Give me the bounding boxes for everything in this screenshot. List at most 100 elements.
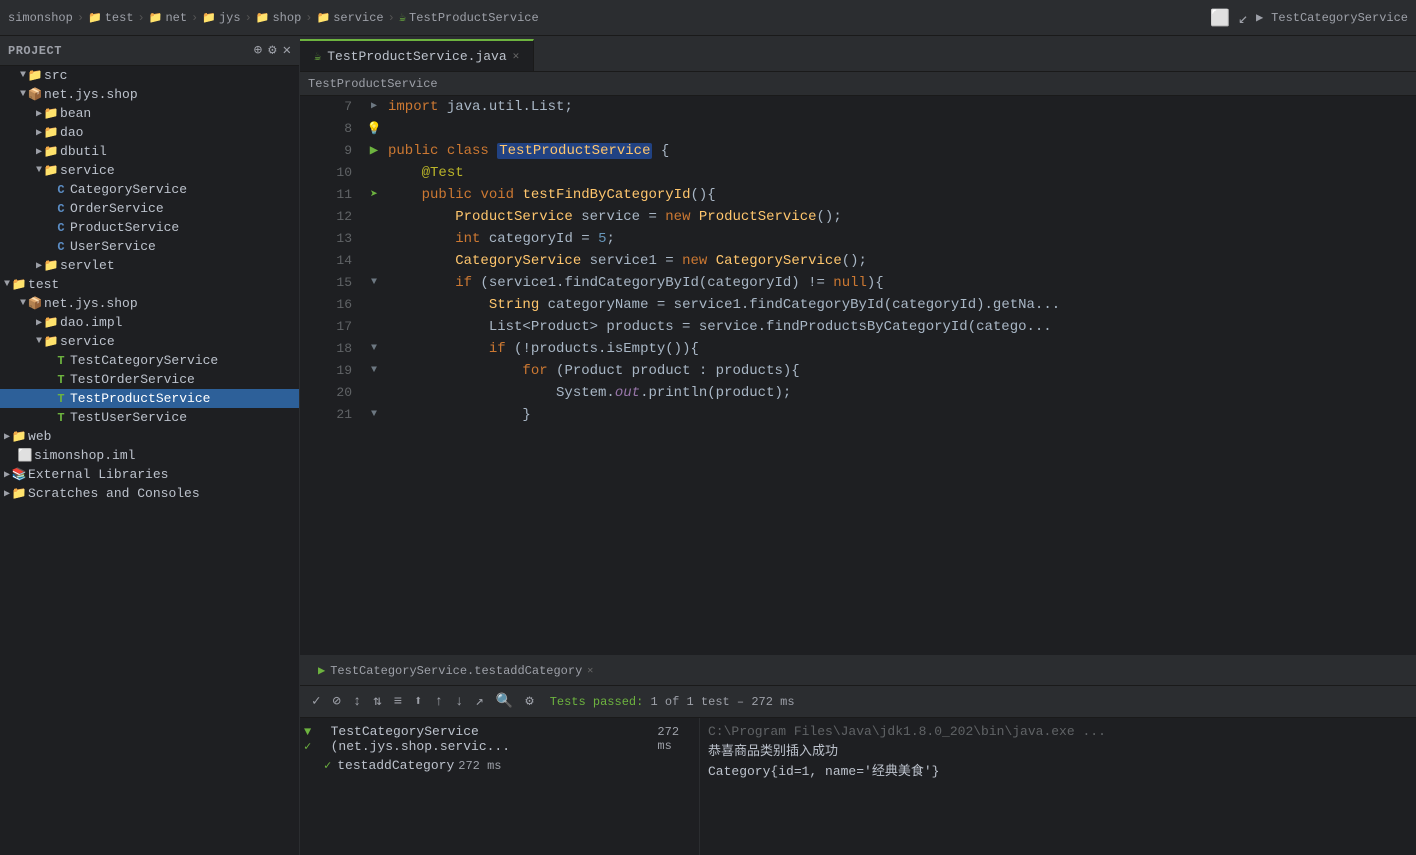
ext-libs-icon: 📚: [10, 467, 28, 482]
tab-test-product-service[interactable]: ☕ TestProductService.java ✕: [300, 39, 534, 71]
rerun-btn[interactable]: ✓: [308, 691, 324, 712]
test-root-icon: 📁: [10, 277, 28, 292]
test-ord-icon: T: [52, 373, 70, 387]
down-btn[interactable]: ↓: [451, 692, 467, 712]
category-java-icon: C: [52, 183, 70, 197]
tree-dao[interactable]: ▶ 📁 dao: [0, 123, 299, 142]
editor-area: ☕ TestProductService.java ✕ TestProductS…: [300, 36, 1416, 855]
light-bulb-8: 💡: [367, 118, 382, 140]
search-btn[interactable]: 🔍: [492, 691, 517, 712]
sep6: ›: [388, 11, 395, 25]
tree-net-jys-shop2[interactable]: ▼ 📦 net.jys.shop: [0, 294, 299, 313]
line-num-21: 21: [308, 404, 360, 426]
bottom-test-tab-run[interactable]: ▶ TestCategoryService.testaddCategory ✕: [308, 657, 603, 685]
run-tab-icon: ▶: [318, 663, 325, 678]
test-tree-child[interactable]: ✓ testaddCategory 272 ms: [300, 756, 699, 775]
line-num-17: 17: [308, 316, 360, 338]
test-count: 1 of 1 test – 272 ms: [651, 695, 795, 709]
child-test-name: testaddCategory: [337, 758, 454, 773]
sep4: ›: [245, 11, 252, 25]
user-service-label: UserService: [70, 239, 156, 254]
fold-icon-7[interactable]: ▶: [371, 96, 377, 118]
sort-dur-btn[interactable]: ⇅: [369, 691, 385, 712]
gutter-8: 💡: [360, 118, 388, 140]
tree-dbutil[interactable]: ▶ 📁 dbutil: [0, 142, 299, 161]
service-src-label: service: [60, 163, 115, 178]
tree-net-jys-shop[interactable]: ▼ 📦 net.jys.shop: [0, 85, 299, 104]
code-line-11: 11 ➤ public void testFindByCategoryId(){: [300, 184, 1416, 206]
dao-impl-label: dao.impl: [60, 315, 122, 330]
tree-test-product[interactable]: T TestProductService: [0, 389, 299, 408]
fold-icon-19[interactable]: ▼: [371, 360, 377, 382]
fold-icon-18[interactable]: ▼: [371, 338, 377, 360]
tree-order-service[interactable]: C OrderService: [0, 199, 299, 218]
tree-service-src[interactable]: ▼ 📁 service: [0, 161, 299, 180]
root-pass-icon: ▼ ✓: [304, 725, 325, 754]
dbutil-label: dbutil: [60, 144, 107, 159]
tree-servlet[interactable]: ▶ 📁 servlet: [0, 256, 299, 275]
filter-btn[interactable]: ≡: [390, 692, 406, 712]
line-num-20: 20: [308, 382, 360, 404]
code-line-18: 18 ▼ if (!products.isEmpty()){: [300, 338, 1416, 360]
tree-src[interactable]: ▼ 📁 src: [0, 66, 299, 85]
up-btn[interactable]: ↑: [431, 692, 447, 712]
breadcrumb-shop: shop: [272, 11, 301, 25]
window-icon-2: ↙: [1238, 8, 1248, 28]
tabs-bar: ☕ TestProductService.java ✕: [300, 36, 1416, 72]
code-10: @Test: [388, 162, 464, 184]
title-bar: simonshop › 📁 test › 📁 net › 📁 jys › 📁 s…: [0, 0, 1416, 36]
settings-test-btn[interactable]: ⚙: [521, 691, 537, 712]
tree-test-root[interactable]: ▼ 📁 test: [0, 275, 299, 294]
dao-label: dao: [60, 125, 83, 140]
sort-alpha-btn[interactable]: ↕: [349, 692, 365, 712]
test-user-label: TestUserService: [70, 410, 187, 425]
tree-test-order[interactable]: T TestOrderService: [0, 370, 299, 389]
line-num-16: 16: [308, 294, 360, 316]
product-java-icon: C: [52, 221, 70, 235]
console-line-3: Category{id=1, name='经典美食'}: [708, 762, 1408, 782]
external-btn[interactable]: ↗: [471, 691, 487, 712]
src-folder-icon: 📁: [26, 68, 44, 83]
sidebar-header-icons[interactable]: ⊕ ⚙ ✕: [254, 42, 291, 59]
test-tree-root[interactable]: ▼ ✓ TestCategoryService (net.jys.shop.se…: [300, 722, 699, 756]
code-line-20: 20 System.out.println(product);: [300, 382, 1416, 404]
tree-product-service[interactable]: C ProductService: [0, 218, 299, 237]
test-tree-panel: ▼ ✓ TestCategoryService (net.jys.shop.se…: [300, 718, 700, 855]
tree-scratches[interactable]: ▶ 📁 Scratches and Consoles: [0, 484, 299, 503]
tab-close-icon[interactable]: ✕: [513, 49, 520, 63]
sidebar: Project ⊕ ⚙ ✕ ▼ 📁 src ▼ 📦 net.jys.shop ▶…: [0, 36, 300, 855]
fold-icon-15[interactable]: ▼: [371, 272, 377, 294]
breadcrumb-test: test: [105, 11, 134, 25]
add-icon[interactable]: ⊕: [254, 42, 262, 59]
code-9: public class TestProductService {: [388, 140, 669, 162]
breadcrumb-service: service: [333, 11, 383, 25]
tree-external-libs[interactable]: ▶ 📚 External Libraries: [0, 465, 299, 484]
console-line-2: 恭喜商品类别插入成功: [708, 742, 1408, 762]
code-12: ProductService service = new ProductServ…: [388, 206, 842, 228]
run-tab-close[interactable]: ✕: [587, 665, 593, 677]
tree-user-service[interactable]: C UserService: [0, 237, 299, 256]
line-num-7: 7: [308, 96, 360, 118]
service-folder-icon: 📁: [316, 11, 330, 25]
editor-content[interactable]: 7 ▶ import java.util.List; 8 💡 9: [300, 96, 1416, 655]
close-sidebar-icon[interactable]: ✕: [283, 42, 291, 59]
tree-test-category[interactable]: T TestCategoryService: [0, 351, 299, 370]
bean-icon: 📁: [42, 106, 60, 121]
breadcrumb-net: net: [165, 11, 187, 25]
tree-web[interactable]: ▶ 📁 web: [0, 427, 299, 446]
tree-category-service[interactable]: C CategoryService: [0, 180, 299, 199]
tree-test-user[interactable]: T TestUserService: [0, 408, 299, 427]
tree-bean[interactable]: ▶ 📁 bean: [0, 104, 299, 123]
stop-btn[interactable]: ⊘: [328, 691, 344, 712]
breadcrumb-file: TestProductService: [409, 11, 539, 25]
tree-dao-impl[interactable]: ▶ 📁 dao.impl: [0, 313, 299, 332]
line-num-19: 19: [308, 360, 360, 382]
tree-service-test[interactable]: ▼ 📁 service: [0, 332, 299, 351]
settings-icon[interactable]: ⚙: [268, 42, 276, 59]
run-icon-9[interactable]: ▶: [370, 140, 378, 162]
import-btn[interactable]: ⬆: [410, 691, 426, 712]
code-line-16: 16 String categoryName = service1.findCa…: [300, 294, 1416, 316]
tree-iml[interactable]: ⬜ simonshop.iml: [0, 446, 299, 465]
shop-folder-icon: 📁: [256, 11, 270, 25]
fold-icon-21[interactable]: ▼: [371, 404, 377, 426]
